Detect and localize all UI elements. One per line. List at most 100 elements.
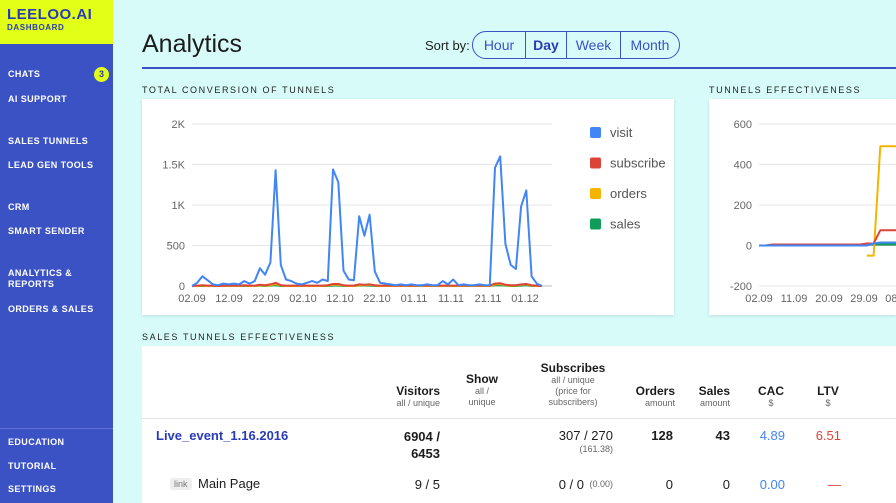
col-header-ltv[interactable]: LTV $ xyxy=(813,385,843,409)
sort-hour-button[interactable]: Hour xyxy=(473,32,526,58)
x-tick-label: 22.10 xyxy=(363,293,391,305)
col-header-show[interactable]: Show all / unique xyxy=(459,373,505,408)
sidebar-item-sales-tunnels[interactable]: SALES TUNNELS xyxy=(8,136,98,147)
tunnels-effectiveness-chart: -200 0 200 400 600 02.09 11.09 20.09 29.09 08.10 xyxy=(730,119,896,305)
col-label-orders: Orders xyxy=(635,384,675,398)
x-tick-label: 22.09 xyxy=(252,293,280,305)
link-tag: link xyxy=(170,478,192,490)
y-tick-label: 0 xyxy=(179,281,185,293)
col-header-visitors[interactable]: Visitors all / unique xyxy=(396,385,440,409)
legend-label-subscribe: subscribe xyxy=(610,156,666,171)
sidebar: LEELOO.AI DASHBOARD CHATS 3 AI SUPPORT S… xyxy=(0,0,113,503)
x-tick-label: 21.11 xyxy=(475,293,502,305)
legend-swatch-orders xyxy=(590,188,601,199)
total-conversion-chart-card: 0 500 1K 1.5K 2K 02.09 12.09 22.09 02.10 12.10 22.… xyxy=(142,99,674,315)
row2-orders: 0 xyxy=(665,477,673,492)
row2-subscribes-price: (0.00) xyxy=(589,479,613,489)
col-label-show: Show xyxy=(466,372,498,386)
x-tick-label: 02.10 xyxy=(289,293,317,305)
y-tick-label: 400 xyxy=(734,160,752,172)
legend-swatch-subscribe xyxy=(590,157,601,169)
row2-subscribes: 0 / 0 xyxy=(558,477,584,492)
sort-month-button[interactable]: Month xyxy=(621,32,679,58)
sidebar-item-analytics-reports[interactable]: ANALYTICS & REPORTS xyxy=(8,268,98,290)
legend-swatch-visit xyxy=(590,127,601,138)
legend-label-visit: visit xyxy=(610,125,633,140)
tunnel-name-link[interactable]: Live_event_1.16.2016 xyxy=(156,428,288,443)
page-title: Analytics xyxy=(142,30,243,58)
sidebar-item-chats[interactable]: CHATS xyxy=(8,69,98,80)
header-divider xyxy=(142,67,896,69)
sales-tunnels-table: Visitors all / unique Show all / unique … xyxy=(142,346,896,503)
x-tick-label: 01.11 xyxy=(401,293,428,305)
col-sub-show: all / unique xyxy=(468,386,496,407)
col-sub-ltv: $ xyxy=(825,398,831,408)
series-line-visit xyxy=(191,155,543,287)
legend-label-orders: orders xyxy=(610,186,647,201)
col-sub-cac: $ xyxy=(768,398,774,408)
col-header-cac[interactable]: CAC $ xyxy=(756,385,786,409)
sidebar-item-crm[interactable]: CRM xyxy=(8,202,98,213)
x-tick-label: 29.09 xyxy=(850,293,878,305)
y-tick-label: 600 xyxy=(734,119,752,131)
brand-name: LEELOO.AI xyxy=(7,6,93,23)
col-sub-visitors: all / unique xyxy=(396,398,440,408)
row2-ltv: — xyxy=(828,477,841,492)
col-header-orders[interactable]: Orders amount xyxy=(636,385,675,409)
col-label-visitors: Visitors xyxy=(396,384,440,398)
chats-badge: 3 xyxy=(94,67,109,82)
x-tick-label: 01.12 xyxy=(511,293,539,305)
col-header-sales[interactable]: Sales amount xyxy=(699,385,730,409)
col-label-sales: Sales xyxy=(698,384,730,398)
y-tick-label: 200 xyxy=(734,200,752,212)
brand-logo[interactable]: LEELOO.AI DASHBOARD xyxy=(0,0,113,44)
col-sub-subscribes: all / unique (price for subscribers) xyxy=(548,375,598,407)
table-header-divider xyxy=(142,418,896,419)
sidebar-item-smart-sender[interactable]: SMART SENDER xyxy=(8,226,98,237)
col-sub-orders: amount xyxy=(644,398,675,408)
y-tick-label: 1K xyxy=(172,200,186,212)
row1-subscribes-price: (161.38) xyxy=(579,444,613,454)
tunnels-effectiveness-chart-card: -200 0 200 400 600 02.09 11.09 20.09 29.09 08.10 xyxy=(709,99,896,315)
y-tick-label: -200 xyxy=(730,281,752,293)
page-name-link[interactable]: Main Page xyxy=(198,476,260,491)
col-label-subscribes: Subscribes xyxy=(540,361,606,375)
tunnels-effectiveness-title: TUNNELS EFFECTIVENESS xyxy=(709,85,862,95)
sidebar-item-tutorial[interactable]: TUTORIAL xyxy=(8,461,98,472)
sidebar-item-ai-support[interactable]: AI SUPPORT xyxy=(8,94,98,105)
y-tick-label: 1.5K xyxy=(162,160,185,172)
sidebar-item-orders-sales[interactable]: ORDERS & SALES xyxy=(8,304,98,315)
x-tick-label: 11.09 xyxy=(781,293,808,305)
sidebar-divider xyxy=(0,428,113,429)
y-tick-label: 2K xyxy=(172,119,186,131)
x-tick-label: 11.11 xyxy=(438,293,464,305)
row1-orders: 128 xyxy=(651,428,673,443)
x-tick-label: 02.09 xyxy=(745,293,773,305)
col-header-subscribes[interactable]: Subscribes all / unique (price for subsc… xyxy=(533,362,613,408)
sidebar-item-settings[interactable]: SETTINGS xyxy=(8,484,98,495)
total-conversion-chart: 0 500 1K 1.5K 2K 02.09 12.09 22.09 02.10 12.10 22.… xyxy=(162,119,666,305)
y-tick-label: 0 xyxy=(746,241,752,253)
row2-sales: 0 xyxy=(722,477,730,492)
legend-swatch-sales xyxy=(590,218,601,230)
sidebar-item-education[interactable]: EDUCATION xyxy=(8,437,98,448)
x-tick-label: 12.09 xyxy=(215,293,243,305)
sort-label: Sort by: xyxy=(425,38,470,53)
sort-day-button[interactable]: Day xyxy=(526,32,567,58)
sort-week-button[interactable]: Week xyxy=(567,32,621,58)
x-tick-label: 20.09 xyxy=(815,293,843,305)
sidebar-item-lead-gen-tools[interactable]: LEAD GEN TOOLS xyxy=(8,160,98,171)
row1-cac: 4.89 xyxy=(759,428,785,443)
sales-tunnels-effectiveness-title: SALES TUNNELS EFFECTIVENESS xyxy=(142,332,336,342)
row1-sales: 43 xyxy=(715,428,730,443)
row1-ltv: 6.51 xyxy=(815,428,841,443)
row2-cac: 0.00 xyxy=(759,477,785,492)
row2-visitors: 9 / 5 xyxy=(414,477,440,492)
series-line xyxy=(866,145,896,257)
col-sub-sales: amount xyxy=(699,398,730,408)
col-label-cac: CAC xyxy=(758,384,784,398)
sort-toggle-group: Hour Day Week Month xyxy=(472,31,680,59)
col-label-ltv: LTV xyxy=(817,384,839,398)
row1-subscribes: 307 / 270 xyxy=(558,428,613,443)
x-tick-label: 02.09 xyxy=(178,293,206,305)
